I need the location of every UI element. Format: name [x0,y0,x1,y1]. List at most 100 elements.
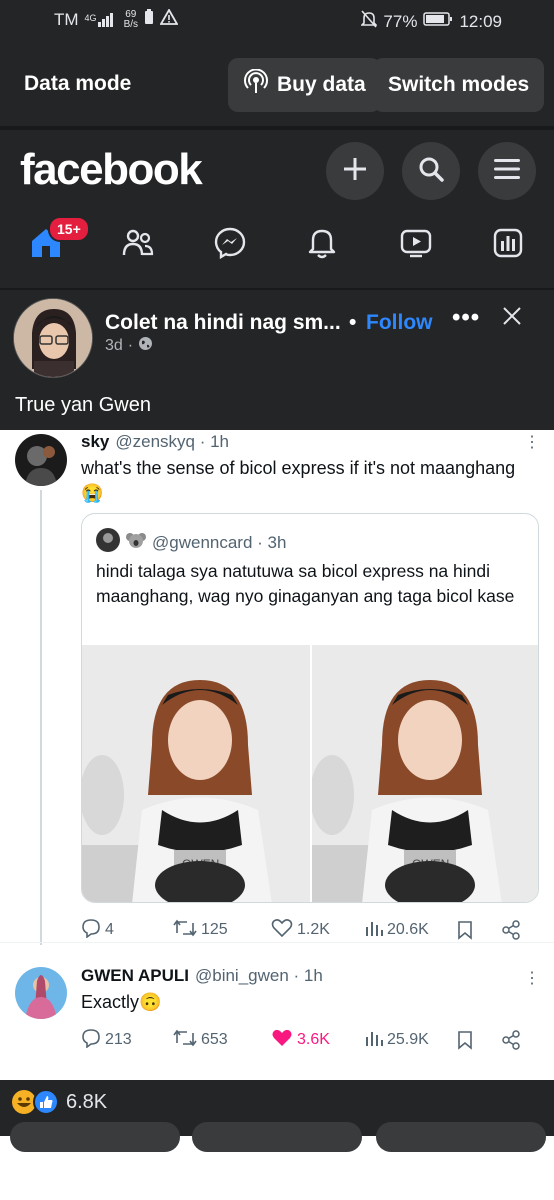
tab-video[interactable] [396,222,436,268]
broadcast-icon [243,68,269,101]
plus-icon [343,157,367,186]
dashboard-icon [493,228,523,263]
views-action: 20.6K [365,919,457,942]
search-icon [418,156,444,187]
reaction-icons [12,1089,60,1115]
quote-text: hindi talaga sya natutuwa sa bicol expre… [96,561,515,606]
carrier-label: TM [54,9,79,29]
author-avatar[interactable] [13,298,93,378]
share-icon [501,1030,521,1050]
reply-icon [81,1028,101,1053]
post-text: True yan Gwen [15,394,151,416]
thread-line [40,490,42,945]
data-mode-label: Data mode [24,72,132,95]
tweet-text: Exactly🙃 [81,992,162,1012]
reply-action: 4 [81,918,173,943]
share-icon [501,920,521,940]
video-icon [400,228,432,263]
battery-saver-icon [144,9,154,30]
menu-button[interactable] [478,142,536,200]
switch-modes-button[interactable]: Switch modes [373,58,545,112]
tweet-avatar [15,967,67,1019]
bookmark-icon [457,920,501,940]
messenger-icon [214,227,246,264]
network-type: 4G [84,12,97,23]
search-button[interactable] [402,142,460,200]
tweet-text: what's the sense of bicol express if it'… [81,458,516,503]
like-action: 3.6K [271,1028,365,1053]
tweet-actions: 4 125 1.2K 20.6K [81,916,541,944]
tab-notifications[interactable] [302,222,342,268]
battery-icon [423,11,453,32]
share-button[interactable] [376,1122,546,1152]
tweet-avatar [15,434,67,486]
tweet-author-name: GWEN APULI [81,966,189,985]
data-speed: 69 B/s [123,8,139,30]
quote-image-left: GWEN [82,645,310,902]
reply-icon [81,918,101,943]
buy-data-button[interactable]: Buy data [228,58,381,112]
like-button[interactable] [10,1122,180,1152]
reaction-count: 6.8K [66,1090,108,1113]
nav-tabs: 15+ [0,216,554,272]
hamburger-icon [494,158,520,185]
more-options-icon[interactable]: ••• [452,304,480,332]
facebook-header: facebook 15+ [0,130,554,288]
retweet-action: 125 [173,919,271,942]
koala-icon [126,531,146,554]
like-action: 1.2K [271,918,365,943]
clock: 12:09 [459,11,502,31]
friends-icon [122,228,154,263]
facebook-logo[interactable]: facebook [20,145,203,195]
quoted-tweet: @gwenncard · 3h hindi talaga sya natutuw… [81,513,539,903]
reply-action: 213 [81,1028,173,1053]
create-button[interactable] [326,142,384,200]
data-mode-bar: Data mode Buy data Switch modes [0,42,554,126]
tab-dashboard[interactable] [488,222,528,268]
reactions-bar: 6.8K [0,1080,554,1152]
follow-button[interactable]: Follow [366,311,433,335]
upside-down-emoji: 🙃 [139,992,162,1012]
tweet-more-icon: ⋮ [524,434,540,451]
warning-icon [159,8,179,30]
heart-icon [271,918,293,943]
reaction-summary[interactable]: 6.8K [12,1089,107,1115]
tweet-author-name: sky [81,432,110,451]
comment-button[interactable] [192,1122,362,1152]
post-meta: 3d · [105,336,153,356]
tab-home[interactable]: 15+ [26,216,90,268]
globe-icon [138,336,153,356]
tab-messenger[interactable] [210,222,250,268]
retweet-icon [173,1029,197,1052]
signal-icon: 4G [84,12,114,27]
quote-image-right: GWEN [312,645,538,902]
switch-modes-label: Switch modes [388,73,530,96]
close-icon[interactable] [502,306,522,331]
post-image[interactable]: sky @zenskyq · 1h ⋮ what's the sense of … [0,430,554,1080]
tweet-header: GWEN APULI @bini_gwen · 1h [81,966,323,986]
battery-percent: 77% [383,11,418,31]
views-icon [365,919,383,942]
tweet-actions: 213 653 3.6K 25.9K [81,1026,541,1054]
mute-bell-icon [360,10,379,33]
bookmark-icon [457,1030,501,1050]
views-icon [365,1029,383,1052]
post-time[interactable]: 3d [105,337,123,355]
retweet-icon [173,919,197,942]
tweet-header: sky @zenskyq · 1h [81,432,229,452]
tab-friends[interactable] [118,222,158,268]
buy-data-label: Buy data [277,73,366,96]
quote-header: @gwenncard · 3h [96,528,286,557]
post-header: Colet na hindi nag sm... • Follow 3d · •… [0,288,554,430]
bell-icon [307,227,337,264]
quote-handle: @gwenncard · 3h [152,532,287,552]
notification-badge: 15+ [48,216,90,242]
post-author-name[interactable]: Colet na hindi nag sm... [105,311,341,335]
quote-avatar [96,528,120,557]
tweet-author-handle: @bini_gwen · 1h [194,966,323,985]
crying-emoji: 😭 [81,483,104,503]
separator-dot: • [349,311,357,334]
views-action: 25.9K [365,1029,457,1052]
heart-filled-icon [271,1028,293,1053]
tweet-more-icon: ⋮ [524,970,540,987]
